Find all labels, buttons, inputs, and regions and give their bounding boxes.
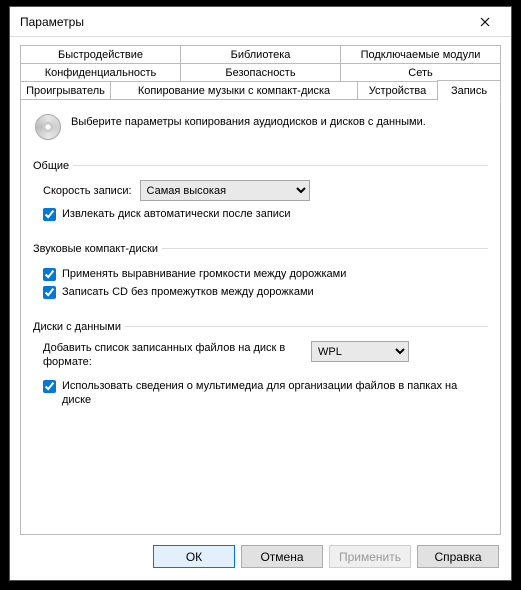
client-area: Быстродействие Библиотека Подключаемые м… [10,37,511,580]
volume-leveling-checkbox-label: Применять выравнивание громкости между д… [62,267,482,281]
no-gaps-checkbox-label: Записать CD без промежутков между дорожк… [62,285,482,299]
group-datadisc: Диски с данными Добавить список записанн… [33,319,488,413]
burn-speed-select[interactable]: Самая высокая [140,180,310,201]
no-gaps-checkbox[interactable]: Записать CD без промежутков между дорожк… [43,285,482,299]
help-button[interactable]: Справка [417,545,499,568]
no-gaps-checkbox-input[interactable] [43,286,56,299]
ok-button[interactable]: ОК [153,545,235,568]
disc-icon [35,114,61,140]
tab-plugins[interactable]: Подключаемые модули [340,45,501,64]
group-datadisc-legend: Диски с данными [33,321,125,333]
eject-checkbox[interactable]: Извлекать диск автоматически после запис… [43,207,482,221]
tab-library[interactable]: Библиотека [180,45,340,64]
close-icon [480,17,490,27]
tab-strip: Быстродействие Библиотека Подключаемые м… [20,45,501,99]
tab-security[interactable]: Безопасность [180,63,340,82]
media-info-checkbox[interactable]: Использовать сведения о мультимедиа для … [43,379,482,407]
tab-performance[interactable]: Быстродействие [20,45,180,64]
close-button[interactable] [463,8,507,36]
volume-leveling-checkbox[interactable]: Применять выравнивание громкости между д… [43,267,482,281]
tab-rip-music[interactable]: Копирование музыки с компакт-диска [110,81,357,100]
tab-content-burn: Выберите параметры копирования аудиодиск… [20,99,501,535]
group-audio-legend: Звуковые компакт-диски [33,243,162,255]
tab-devices[interactable]: Устройства [357,81,437,100]
titlebar: Параметры [10,7,511,37]
apply-button[interactable]: Применить [329,545,411,568]
eject-checkbox-input[interactable] [43,208,56,221]
media-info-checkbox-label: Использовать сведения о мультимедиа для … [62,379,482,407]
group-general: Общие Скорость записи: Самая высокая Изв… [33,158,488,227]
window-title: Параметры [20,15,463,29]
tab-privacy[interactable]: Конфиденциальность [20,63,180,82]
button-bar: ОК Отмена Применить Справка [20,535,501,570]
cancel-button[interactable]: Отмена [241,545,323,568]
burn-speed-label: Скорость записи: [43,185,132,197]
eject-checkbox-label: Извлекать диск автоматически после запис… [62,207,482,221]
tab-player[interactable]: Проигрыватель [20,81,110,100]
dialog-window: Параметры Быстродействие Библиотека Подк… [9,6,512,581]
group-general-legend: Общие [33,160,73,172]
page-description: Выберите параметры копирования аудиодиск… [71,114,426,128]
file-list-format-select[interactable]: WPL [311,341,409,362]
media-info-checkbox-input[interactable] [43,380,56,393]
tab-burn[interactable]: Запись [437,80,501,101]
group-audio: Звуковые компакт-диски Применять выравни… [33,241,488,305]
file-list-format-label: Добавить список записанных файлов на дис… [43,341,303,369]
volume-leveling-checkbox-input[interactable] [43,268,56,281]
